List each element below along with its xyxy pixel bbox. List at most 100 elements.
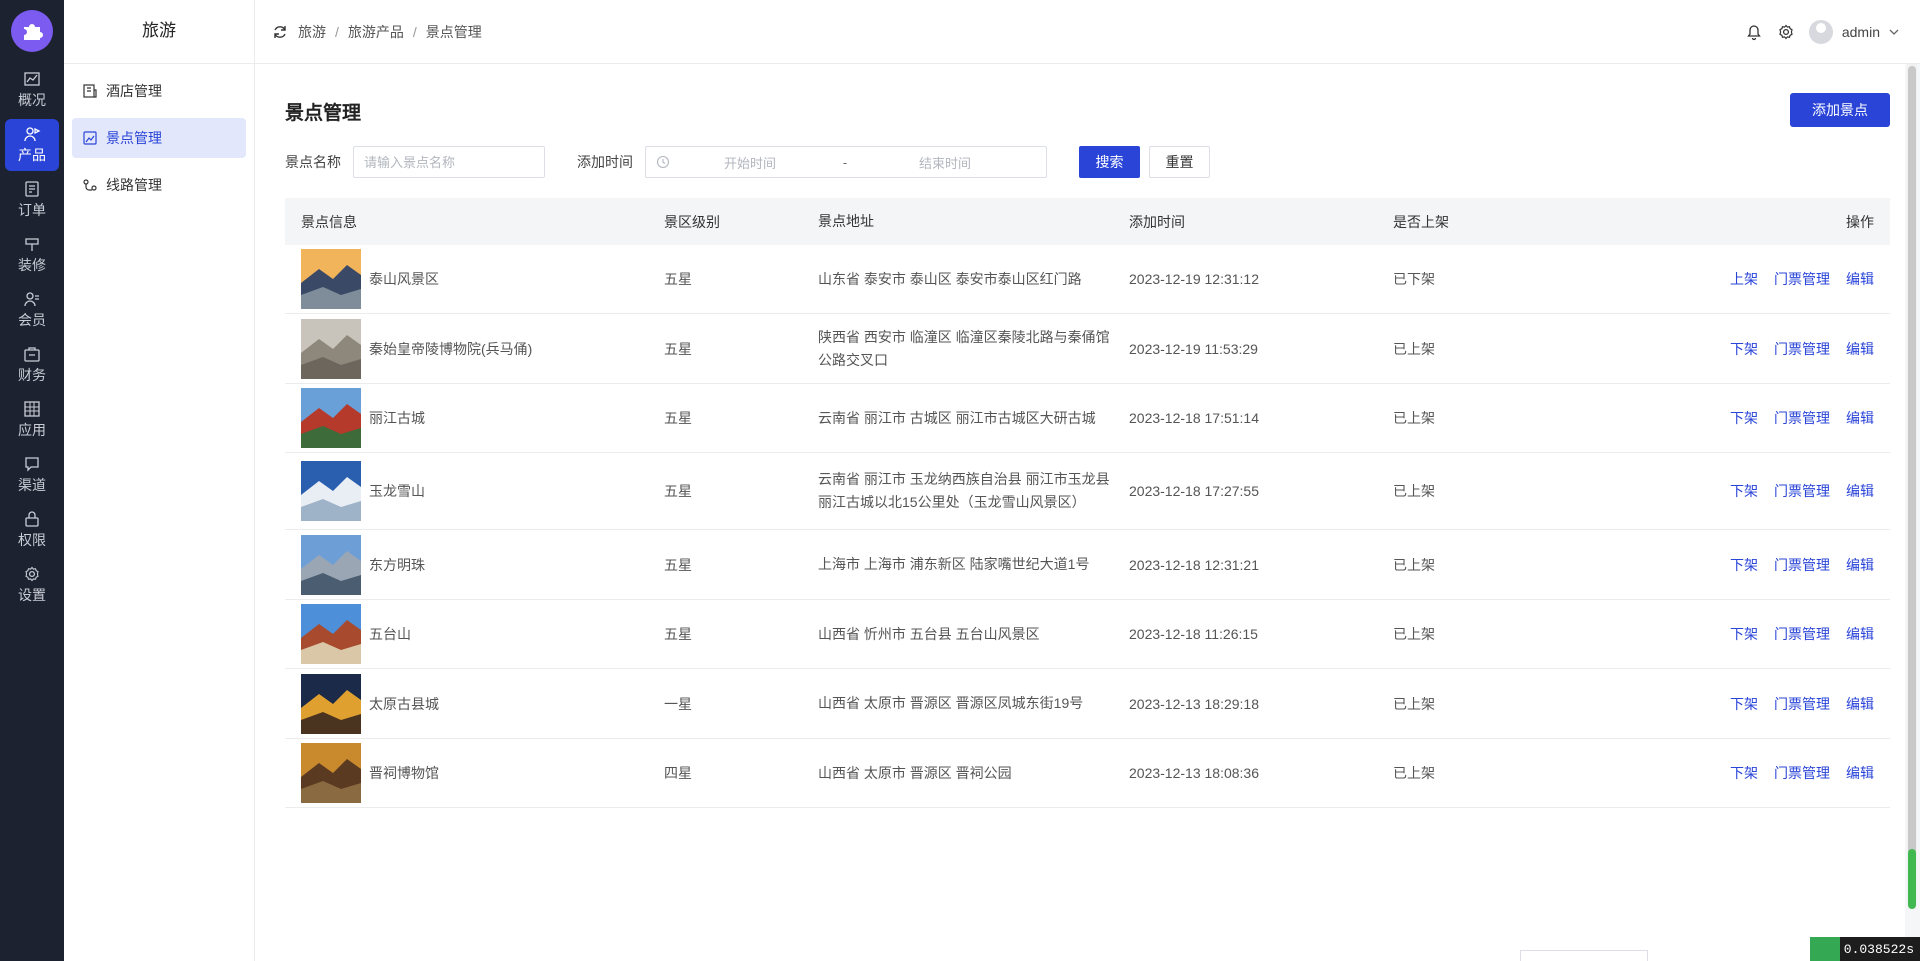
date-range-picker[interactable]: 开始时间 - 结束时间	[645, 146, 1047, 178]
ticket-manage-link[interactable]: 门票管理	[1774, 271, 1830, 287]
chevron-down-icon[interactable]	[1888, 26, 1900, 38]
breadcrumb: 旅游 / 旅游产品 / 景点管理	[298, 22, 482, 42]
scenic-thumbnail	[301, 318, 361, 379]
subnav-item-1[interactable]: 景点管理	[72, 118, 246, 158]
scrollbar-thumb[interactable]	[1908, 66, 1916, 906]
scenic-add-time: 2023-12-18 12:31:21	[1129, 556, 1259, 573]
scenic-status: 已上架	[1393, 556, 1435, 573]
avatar[interactable]	[1808, 20, 1833, 44]
breadcrumb-item-travel-products[interactable]: 旅游产品	[348, 22, 404, 42]
scenic-name: 东方明珠	[369, 556, 425, 573]
rail-item-0[interactable]: 概况	[5, 64, 59, 116]
route-icon	[83, 179, 97, 191]
table-row: 丽江古城 五星 云南省 丽江市 古城区 丽江市古城区大研古城 2023-12-18 1…	[285, 384, 1890, 453]
reset-button[interactable]: 重置	[1149, 146, 1210, 178]
edit-link[interactable]: 编辑	[1846, 557, 1874, 573]
edit-link[interactable]: 编辑	[1846, 271, 1874, 287]
scenic-name: 丽江古城	[369, 410, 425, 426]
row-actions: 下架 门票管理 编辑	[1663, 339, 1890, 359]
subnav-item-2[interactable]: 线路管理	[72, 165, 246, 205]
toggle-listing-link[interactable]: 下架	[1730, 765, 1758, 781]
range-separator: -	[842, 154, 848, 170]
toggle-listing-link[interactable]: 下架	[1730, 341, 1758, 357]
rail-item-label: 订单	[18, 202, 46, 218]
toggle-listing-link[interactable]: 下架	[1730, 626, 1758, 642]
edit-link[interactable]: 编辑	[1846, 626, 1874, 642]
rail-item-1[interactable]: 产品	[5, 119, 59, 171]
toggle-listing-link[interactable]: 下架	[1730, 696, 1758, 712]
end-time-input[interactable]: 结束时间	[860, 153, 1030, 172]
scenic-thumbnail	[301, 673, 361, 734]
rail-item-3[interactable]: 装修	[5, 229, 59, 281]
subnav-item-label: 景点管理	[106, 130, 162, 146]
scenic-add-time: 2023-12-19 12:31:12	[1129, 271, 1259, 287]
rail-item-label: 概况	[18, 92, 46, 108]
rail-item-label: 设置	[18, 587, 46, 603]
edit-link[interactable]: 编辑	[1846, 696, 1874, 712]
app-logo[interactable]	[11, 10, 53, 52]
scenic-info-cell: 秦始皇帝陵博物院(兵马俑)	[285, 318, 664, 379]
rail-item-9[interactable]: 设置	[5, 559, 59, 611]
bell-icon[interactable]	[1745, 23, 1763, 41]
edit-link[interactable]: 编辑	[1846, 483, 1874, 499]
ticket-manage-link[interactable]: 门票管理	[1774, 410, 1830, 426]
gear-icon[interactable]	[1777, 23, 1795, 41]
scenic-address: 山西省 太原市 晋源区 晋祠公园	[818, 764, 1012, 781]
toggle-listing-link[interactable]: 下架	[1730, 410, 1758, 426]
rail-item-4[interactable]: 会员	[5, 284, 59, 336]
rail-item-2[interactable]: 订单	[5, 174, 59, 226]
username[interactable]: admin	[1842, 24, 1880, 40]
scenic-status: 已上架	[1393, 695, 1435, 712]
scroll-indicator	[1908, 849, 1916, 909]
scenic-status: 已上架	[1393, 765, 1435, 781]
ticket-manage-link[interactable]: 门票管理	[1774, 341, 1830, 357]
scenic-info-cell: 晋祠博物馆	[285, 743, 664, 803]
scenic-address: 陕西省 西安市 临潼区 临潼区秦陵北路与秦俑馆公路交叉口	[818, 328, 1110, 368]
scenic-thumbnail	[301, 743, 361, 803]
rail-item-label: 渠道	[18, 477, 46, 493]
ticket-manage-link[interactable]: 门票管理	[1774, 696, 1830, 712]
scenic-address: 云南省 丽江市 玉龙纳西族自治县 丽江市玉龙县丽江古城以北15公里处（玉龙雪山风…	[818, 471, 1110, 510]
table-row: 泰山风景区 五星 山东省 泰安市 泰山区 泰安市泰山区红门路 2023-12-19 1…	[285, 245, 1890, 314]
edit-link[interactable]: 编辑	[1846, 410, 1874, 426]
edit-link[interactable]: 编辑	[1846, 341, 1874, 357]
table-row: 晋祠博物馆 四星 山西省 太原市 晋源区 晋祠公园 2023-12-13 18:08:…	[285, 739, 1890, 808]
rail-item-label: 产品	[18, 147, 46, 163]
scenic-info-cell: 玉龙雪山	[285, 461, 664, 521]
rail-item-5[interactable]: 财务	[5, 339, 59, 391]
page-scrollbar[interactable]	[1907, 64, 1917, 909]
table-row: 秦始皇帝陵博物院(兵马俑) 五星 陕西省 西安市 临潼区 临潼区秦陵北路与秦俑馆公路…	[285, 314, 1890, 384]
ticket-manage-link[interactable]: 门票管理	[1774, 626, 1830, 642]
ticket-manage-link[interactable]: 门票管理	[1774, 557, 1830, 573]
scenic-address: 山西省 忻州市 五台县 五台山风景区	[818, 625, 1040, 642]
scenic-name-input[interactable]	[353, 146, 545, 178]
edit-link[interactable]: 编辑	[1846, 765, 1874, 781]
rail-item-6[interactable]: 应用	[5, 394, 59, 446]
add-time-label: 添加时间	[577, 154, 633, 170]
column-header-status: 是否上架	[1393, 213, 1449, 230]
toggle-listing-link[interactable]: 下架	[1730, 483, 1758, 499]
ticket-manage-link[interactable]: 门票管理	[1774, 765, 1830, 781]
toggle-listing-link[interactable]: 上架	[1730, 271, 1758, 287]
rail-item-label: 财务	[18, 367, 46, 383]
row-actions: 下架 门票管理 编辑	[1663, 555, 1890, 575]
search-button[interactable]: 搜索	[1079, 146, 1140, 178]
scenic-level: 五星	[664, 271, 692, 287]
breadcrumb-item-travel[interactable]: 旅游	[298, 22, 326, 42]
toggle-listing-link[interactable]: 下架	[1730, 557, 1758, 573]
pagination[interactable]	[1520, 950, 1648, 961]
subnav-item-0[interactable]: 酒店管理	[72, 71, 246, 111]
channel-icon	[25, 457, 39, 472]
rail-item-8[interactable]: 权限	[5, 504, 59, 556]
add-scenic-button[interactable]: 添加景点	[1790, 93, 1890, 127]
decorate-icon	[25, 238, 39, 251]
scenic-status: 已上架	[1393, 340, 1435, 357]
ticket-manage-link[interactable]: 门票管理	[1774, 483, 1830, 499]
scenic-level: 一星	[664, 695, 692, 712]
scenic-status: 已上架	[1393, 626, 1435, 642]
sub-navigation: 旅游 酒店管理 景点管理 线路管理	[64, 0, 255, 961]
refresh-icon[interactable]	[272, 24, 288, 40]
row-actions: 下架 门票管理 编辑	[1663, 694, 1890, 714]
start-time-input[interactable]: 开始时间	[670, 153, 830, 172]
rail-item-7[interactable]: 渠道	[5, 449, 59, 501]
